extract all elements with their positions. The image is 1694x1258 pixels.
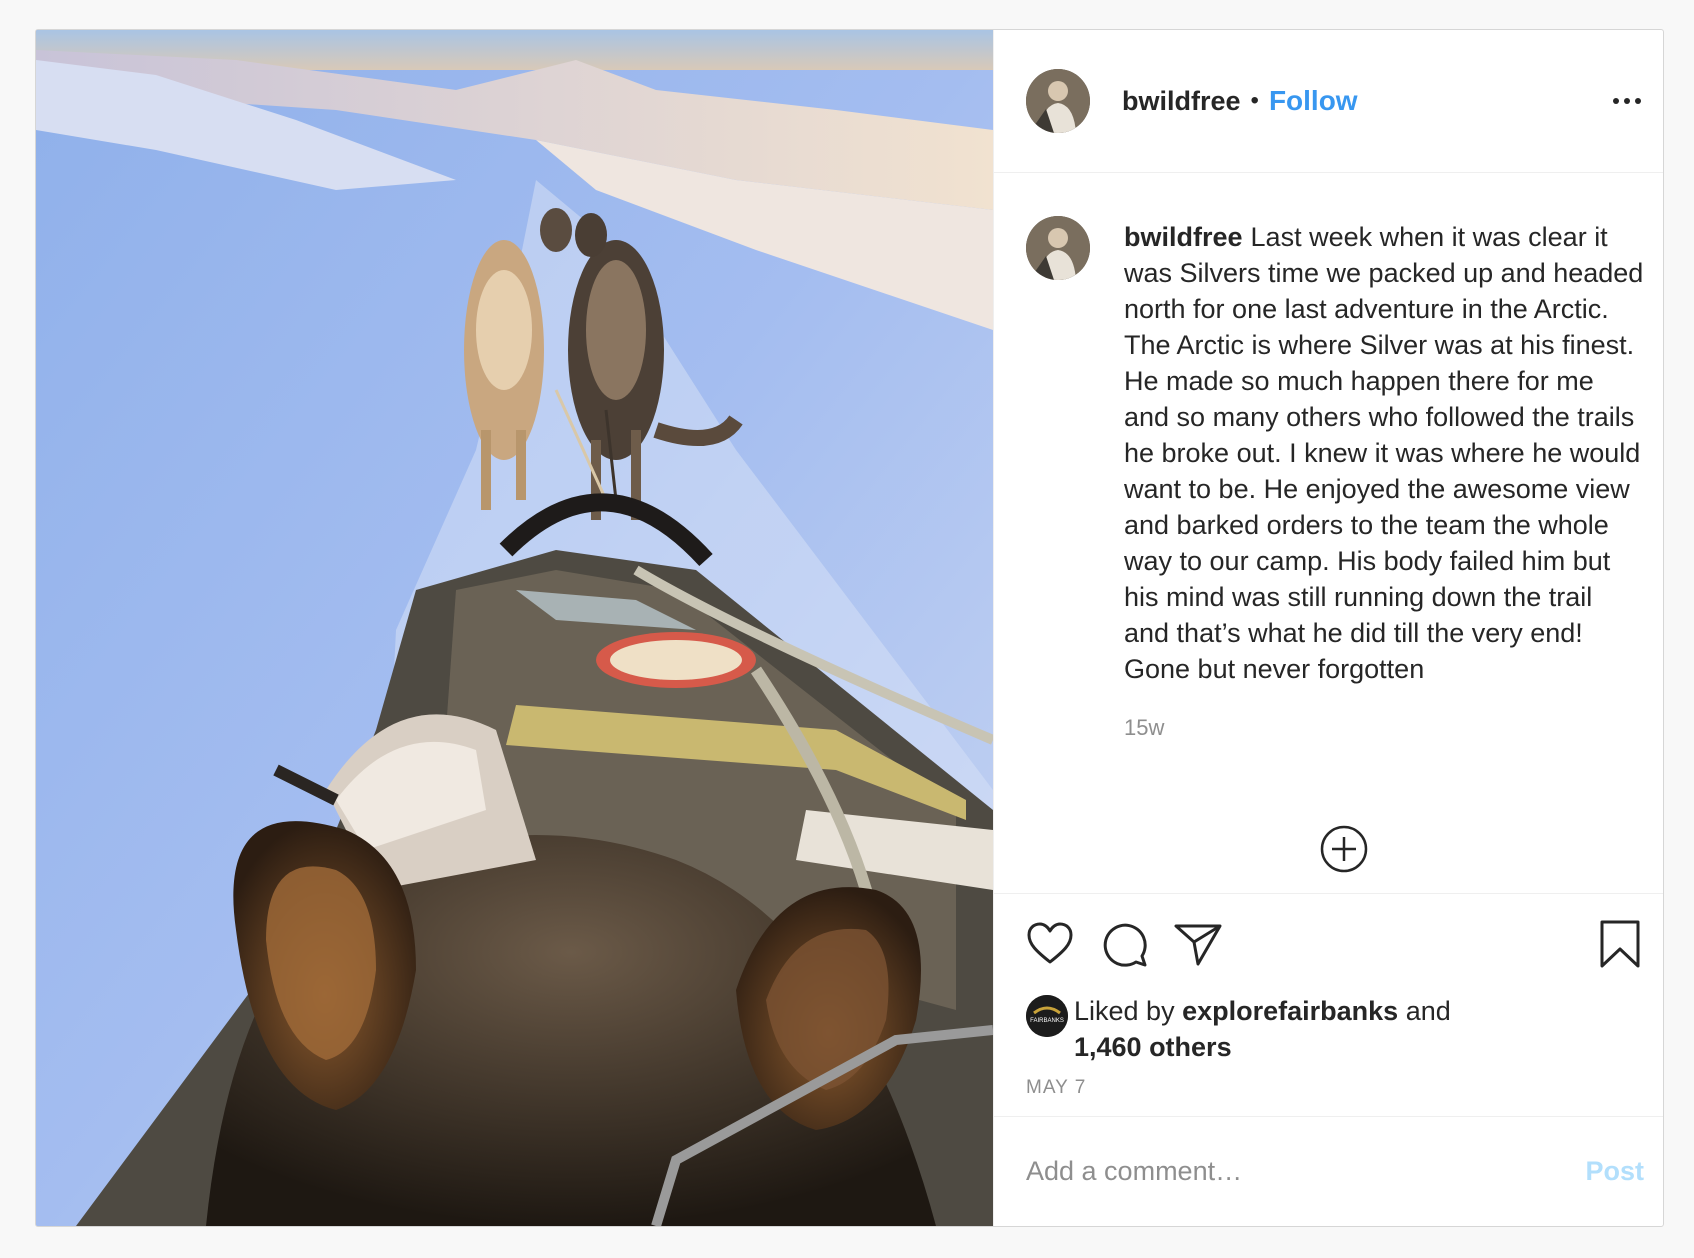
likes-others-count[interactable]: 1,460 others [1074, 1032, 1232, 1062]
post-comment-button[interactable]: Post [1585, 1156, 1644, 1187]
user-avatar-photo [1026, 69, 1090, 133]
share-icon[interactable] [1172, 918, 1224, 970]
likes-text: Liked by explorefairbanks and 1,460 othe… [1074, 993, 1451, 1065]
comment-bar: Post [994, 1116, 1663, 1226]
liker-username[interactable]: explorefairbanks [1182, 996, 1398, 1026]
relative-timestamp[interactable]: 15w [1124, 715, 1644, 741]
bookmark-icon[interactable] [1594, 918, 1646, 970]
header-separator: • [1250, 87, 1259, 114]
post-card: bwildfree • Follow bwildfree Last week w… [35, 29, 1664, 1227]
likes-conjunction: and [1405, 996, 1451, 1026]
liker-avatar-text: FAIRBANKS [1030, 1018, 1064, 1024]
comment-input[interactable] [1026, 1156, 1586, 1187]
user-avatar-photo [1026, 216, 1090, 280]
likes-summary: FAIRBANKS Liked by explorefairbanks and … [994, 993, 1663, 1071]
action-bar [994, 893, 1663, 993]
post-date[interactable]: MAY 7 [994, 1071, 1663, 1116]
caption-text-block: bwildfree Last week when it was clear it … [1124, 219, 1644, 687]
liker-avatar[interactable]: FAIRBANKS [1026, 995, 1068, 1037]
caption-username[interactable]: bwildfree [1124, 222, 1243, 252]
likes-prefix: Liked by [1074, 996, 1175, 1026]
more-options-icon[interactable] [1610, 84, 1644, 118]
explorefairbanks-logo: FAIRBANKS [1026, 995, 1068, 1037]
caption-area: bwildfree Last week when it was clear it … [994, 173, 1663, 893]
heart-icon[interactable] [1024, 918, 1076, 970]
comment-icon[interactable] [1098, 918, 1150, 970]
caption-text: Last week when it was clear it was Silve… [1124, 222, 1644, 684]
caption-author-avatar[interactable] [1026, 216, 1090, 280]
plus-circle-icon[interactable] [1319, 824, 1369, 874]
post-side-panel: bwildfree • Follow bwildfree Last week w… [993, 30, 1663, 1226]
author-username[interactable]: bwildfree [1122, 86, 1241, 117]
caption-row: bwildfree Last week when it was clear it … [1026, 216, 1644, 741]
caption-body: bwildfree Last week when it was clear it … [1124, 219, 1644, 741]
author-avatar[interactable] [1026, 69, 1090, 133]
follow-button[interactable]: Follow [1269, 85, 1358, 117]
post-header: bwildfree • Follow [994, 30, 1663, 173]
sled-dog-photo [36, 30, 993, 1226]
post-photo[interactable] [36, 30, 993, 1226]
